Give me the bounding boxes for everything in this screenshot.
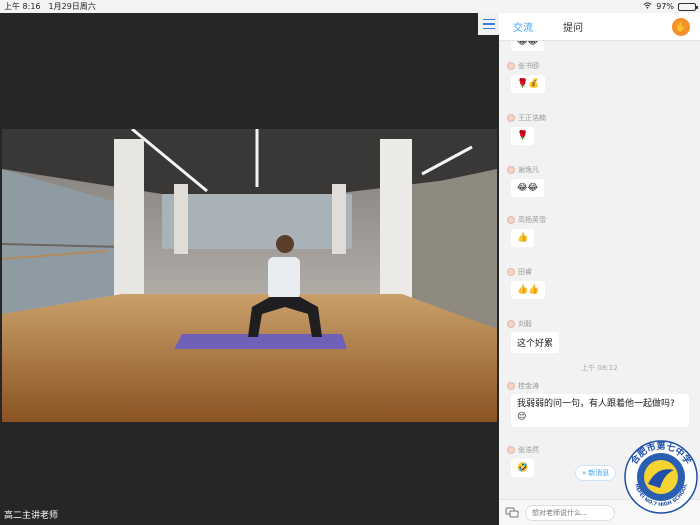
message-bubble: 这个好累 [511, 332, 560, 353]
new-messages-label: 新消息 [588, 469, 610, 477]
message-bubble: 👍👍 [511, 281, 546, 299]
avatar [507, 268, 515, 276]
tab-questions[interactable]: 提问 [563, 19, 583, 34]
message-bubble: 😂😂 [511, 41, 545, 51]
menu-icon [482, 18, 495, 21]
avatar [507, 216, 515, 224]
tab-chat[interactable]: 交流 [513, 19, 533, 34]
status-right: 97% [643, 2, 698, 11]
message-bubble: 👍 [511, 229, 535, 247]
wifi-icon [643, 2, 652, 11]
chat-message: 王正浩楠 🌹 [507, 113, 546, 145]
school-logo: 合肥市第七中学 HEFEI NO.7 HIGH SCHOOL [624, 440, 698, 514]
chat-message-list[interactable]: 😂😂 张书颐 🌹💰 王正浩楠 🌹 谢逸凡 😂😂 高杨英雪 👍 田睿 👍👍 刘毅 … [499, 41, 700, 499]
status-date: 1月29日周六 [48, 2, 96, 11]
avatar [507, 320, 515, 328]
avatar [507, 446, 515, 454]
message-timestamp: 上午 08:12 [581, 364, 618, 372]
chat-message: 张浩然 🤣 [507, 445, 539, 477]
video-frame[interactable] [2, 129, 497, 422]
presenter-label: 高二主讲老师 [4, 511, 59, 521]
sender-name: 张浩然 [518, 446, 539, 454]
battery-percent: 97% [656, 2, 674, 11]
chat-message: 张书颐 🌹💰 [507, 61, 546, 93]
chat-message: 桂金涛 我弱弱的问一句，有人跟着他一起做吗? 😌 [507, 381, 689, 428]
sender-name: 桂金涛 [518, 382, 539, 390]
sender-name: 谢逸凡 [518, 166, 539, 174]
chat-message: 田睿 👍👍 [507, 267, 546, 299]
status-bar: 上午 8:16 1月29日周六 97% [0, 0, 700, 13]
dance-studio-scene [2, 129, 497, 422]
menu-button[interactable] [478, 13, 499, 35]
chat-message: 谢逸凡 😂😂 [507, 165, 545, 197]
message-bubble: 🌹 [511, 127, 535, 145]
raise-hand-button[interactable]: ✋ [672, 18, 690, 36]
sender-name: 王正浩楠 [518, 114, 546, 122]
avatar [507, 166, 515, 174]
chat-bubbles-icon[interactable] [505, 507, 519, 519]
message-bubble: 🤣 [511, 459, 535, 477]
sender-name: 刘毅 [518, 320, 532, 328]
avatar [507, 62, 515, 70]
double-chevron-down-icon: » [582, 469, 587, 477]
battery-icon [678, 2, 698, 11]
new-messages-button[interactable]: » 新消息 [575, 465, 617, 481]
chat-message: 刘毅 这个好累 [507, 319, 560, 353]
message-bubble: 😂😂 [511, 179, 545, 197]
message-bubble: 🌹💰 [511, 75, 546, 93]
chat-message: 高杨英雪 👍 [507, 215, 546, 247]
chat-header: 交流 提问 ✋ [499, 13, 700, 41]
avatar [507, 114, 515, 122]
sender-name: 田睿 [518, 268, 532, 276]
status-time: 上午 8:16 [4, 2, 41, 11]
chat-input[interactable] [525, 504, 615, 521]
chat-message-partial: 😂😂 [507, 41, 545, 51]
hand-icon: ✋ [674, 21, 688, 33]
video-area: 高二主讲老师 [0, 13, 499, 525]
sender-name: 高杨英雪 [518, 216, 546, 224]
sender-name: 张书颐 [518, 62, 539, 70]
avatar [507, 382, 515, 390]
message-bubble: 我弱弱的问一句，有人跟着他一起做吗? 😌 [511, 394, 689, 428]
